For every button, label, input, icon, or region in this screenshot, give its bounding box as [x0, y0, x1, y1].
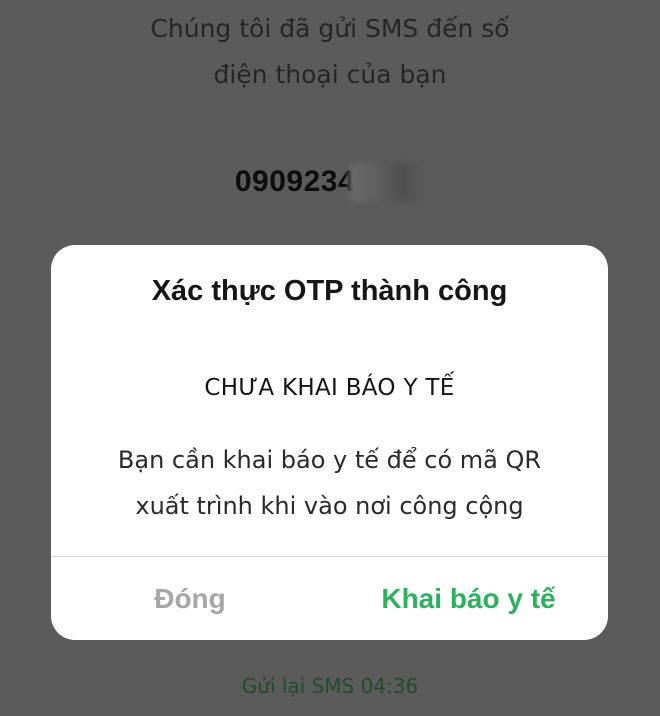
dialog-message-line-1: Bạn cần khai báo y tế để có mã QR: [117, 446, 542, 474]
dialog-message-line-2: xuất trình khi vào nơi công cộng: [135, 492, 524, 520]
health-declaration-button[interactable]: Khai báo y tế: [329, 557, 608, 640]
sms-message-line-1: Chúng tôi đã gửi SMS đến số: [150, 14, 510, 43]
resend-sms-link[interactable]: Gửi lại SMS 04:36: [0, 670, 660, 702]
dialog-message: Bạn cần khai báo y tế để có mã QR xuất t…: [71, 437, 588, 529]
sms-message-line-2: điện thoại của bạn: [213, 60, 447, 89]
close-button[interactable]: Đóng: [51, 557, 329, 640]
dialog-title: Xác thực OTP thành công: [151, 275, 508, 307]
sms-sent-message: Chúng tôi đã gửi SMS đến số điện thoại c…: [0, 6, 660, 98]
health-declaration-status: CHƯA KHAI BÁO Y TẾ: [204, 375, 455, 401]
phone-number-wrapper: 0909234: [234, 160, 426, 204]
phone-number-display: 0909234: [0, 160, 660, 204]
phone-number-text: 0909234: [234, 165, 356, 198]
otp-success-dialog: Xác thực OTP thành công CHƯA KHAI BÁO Y …: [51, 245, 608, 640]
phone-number-blur-mask: [349, 162, 426, 202]
